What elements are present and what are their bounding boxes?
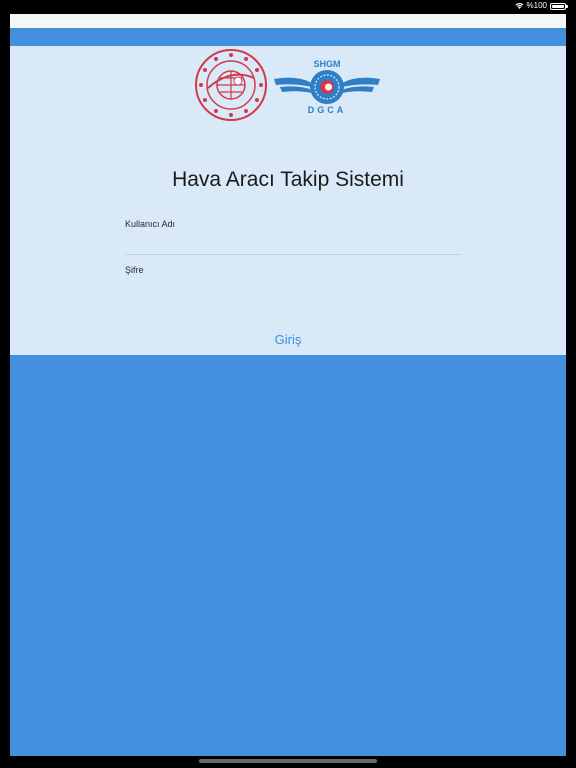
- battery-icon: [550, 2, 568, 10]
- username-input[interactable]: [125, 236, 462, 255]
- login-button[interactable]: Giriş: [238, 329, 338, 351]
- password-input[interactable]: [125, 282, 462, 300]
- status-bar: %100: [0, 0, 576, 12]
- battery-percentage: %100: [526, 1, 547, 10]
- dgca-top-text: SHGM: [314, 59, 341, 69]
- username-label: Kullanıcı Adı: [125, 219, 176, 229]
- ministry-seal-logo: [195, 49, 267, 121]
- status-indicators: %100: [515, 1, 568, 11]
- header-accent-bar: [10, 28, 566, 46]
- password-label: Şifre: [125, 265, 144, 275]
- logo-row: SHGM DGCA: [10, 48, 566, 122]
- login-card: SHGM DGCA Hava Aracı Takip Sistemi Kulla…: [10, 46, 566, 355]
- wifi-icon: [515, 3, 524, 9]
- home-indicator[interactable]: [199, 759, 377, 763]
- dgca-bottom-text: DGCA: [308, 105, 347, 115]
- navigation-strip: [10, 14, 566, 28]
- app-screen: SHGM DGCA Hava Aracı Takip Sistemi Kulla…: [10, 14, 566, 756]
- app-title: Hava Aracı Takip Sistemi: [172, 168, 404, 191]
- dgca-logo: SHGM DGCA: [274, 59, 380, 115]
